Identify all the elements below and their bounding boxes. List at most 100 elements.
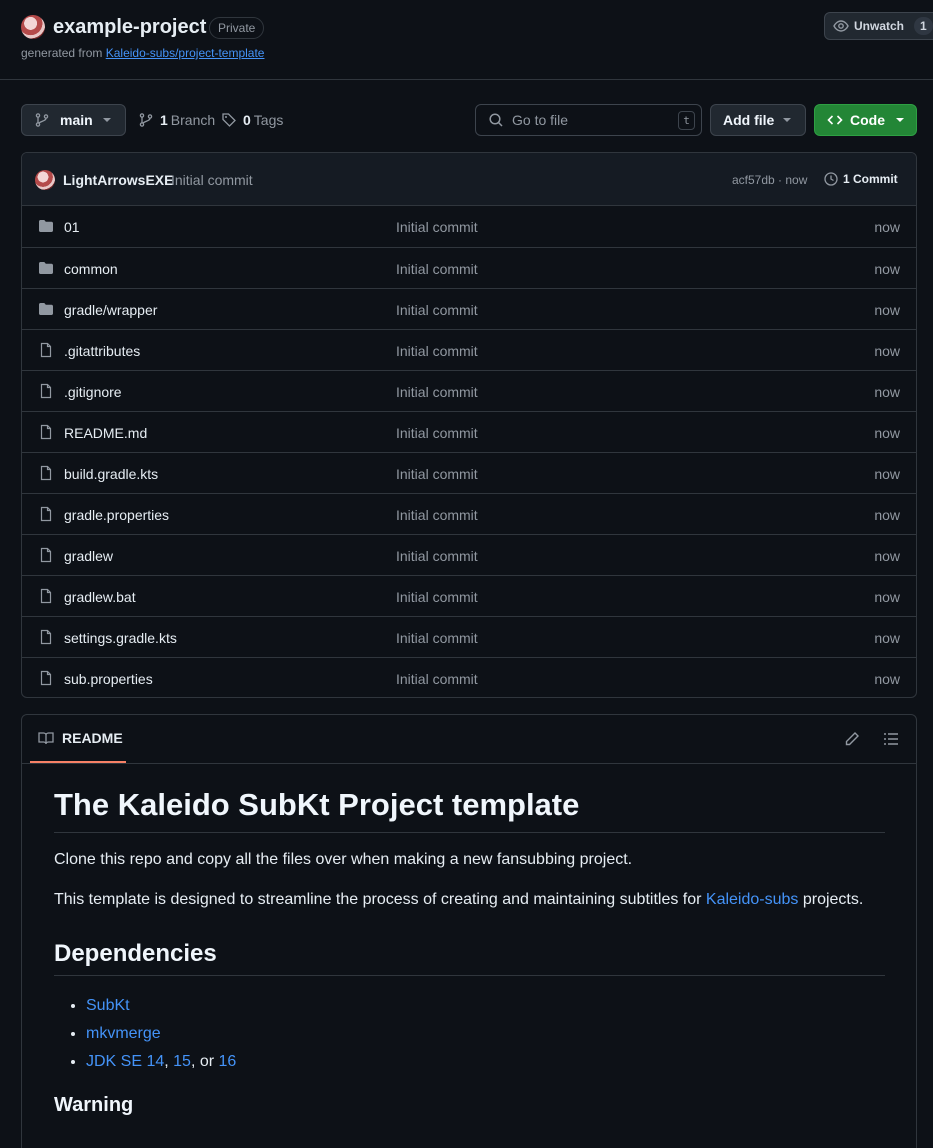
repo-name[interactable]: example-project: [53, 16, 206, 39]
file-row[interactable]: 01 Initial commit now: [22, 206, 916, 247]
file-icon: [38, 424, 54, 443]
file-row[interactable]: sub.properties Initial commit now: [22, 657, 916, 697]
file-icon: [38, 342, 54, 361]
file-row[interactable]: README.md Initial commit now: [22, 411, 916, 452]
file-name[interactable]: README.md: [64, 425, 147, 441]
tag-count: 0: [243, 112, 251, 128]
file-time: now: [874, 261, 900, 277]
file-icon: [38, 506, 54, 525]
file-name[interactable]: .gitattributes: [64, 343, 140, 359]
commit-hash[interactable]: acf57db · now: [732, 173, 807, 187]
commit-author-avatar[interactable]: [35, 170, 55, 190]
file-name[interactable]: .gitignore: [64, 384, 122, 400]
file-time: now: [874, 548, 900, 564]
folder-icon: [38, 260, 54, 279]
list-separator: ,: [164, 1053, 174, 1070]
chevron-down-icon: [783, 118, 791, 122]
add-file-button[interactable]: Add file: [710, 104, 806, 136]
commit-message[interactable]: Initial commit: [171, 172, 253, 188]
list-item: mkvmerge: [86, 1020, 885, 1048]
branch-name: main: [60, 112, 93, 128]
file-commit-message[interactable]: Initial commit: [396, 589, 478, 605]
branch-count-label: Branch: [170, 112, 216, 128]
jdk-16-link[interactable]: 16: [219, 1053, 237, 1070]
tab-readme[interactable]: README: [30, 715, 126, 763]
list-icon[interactable]: [883, 731, 899, 747]
file-name[interactable]: sub.properties: [64, 671, 153, 687]
kaleido-subs-link[interactable]: Kaleido-subs: [706, 891, 799, 908]
code-button[interactable]: Code: [814, 104, 917, 136]
visibility-badge: Private: [209, 17, 265, 39]
file-time: now: [874, 343, 900, 359]
commit-author[interactable]: LightArrowsEXE: [63, 172, 173, 188]
go-to-file-placeholder: Go to file: [512, 112, 569, 128]
file-row[interactable]: common Initial commit now: [22, 247, 916, 288]
go-to-file-input[interactable]: Go to file t: [475, 104, 702, 136]
file-icon: [38, 588, 54, 607]
file-commit-message[interactable]: Initial commit: [396, 384, 478, 400]
tags-link[interactable]: 0 Tags: [221, 112, 283, 128]
file-name[interactable]: gradlew: [64, 548, 113, 564]
branch-icon: [35, 113, 49, 127]
pencil-icon[interactable]: [844, 731, 860, 747]
file-time: now: [874, 630, 900, 646]
file-row[interactable]: .gitignore Initial commit now: [22, 370, 916, 411]
file-name[interactable]: common: [64, 261, 118, 277]
file-commit-message[interactable]: Initial commit: [396, 548, 478, 564]
latest-commit-bar: LightArrowsEXE Initial commit acf57db · …: [22, 153, 916, 206]
file-row[interactable]: .gitattributes Initial commit now: [22, 329, 916, 370]
file-row[interactable]: build.gradle.kts Initial commit now: [22, 452, 916, 493]
file-icon: [38, 465, 54, 484]
readme-tab-label: README: [62, 730, 123, 746]
file-commit-message[interactable]: Initial commit: [396, 671, 478, 687]
file-icon: [38, 629, 54, 648]
file-icon: [38, 670, 54, 689]
subkt-link[interactable]: SubKt: [86, 997, 130, 1014]
repo-owner-avatar[interactable]: [21, 15, 45, 39]
file-row[interactable]: gradle/wrapper Initial commit now: [22, 288, 916, 329]
file-time: now: [874, 302, 900, 318]
file-commit-message[interactable]: Initial commit: [396, 219, 478, 235]
file-commit-message[interactable]: Initial commit: [396, 261, 478, 277]
add-file-label: Add file: [723, 112, 775, 128]
file-commit-message[interactable]: Initial commit: [396, 302, 478, 318]
file-row[interactable]: gradlew Initial commit now: [22, 534, 916, 575]
template-link[interactable]: Kaleido-subs/project-template: [106, 46, 265, 60]
jdk-15-link[interactable]: 15: [173, 1053, 191, 1070]
file-name[interactable]: build.gradle.kts: [64, 466, 158, 482]
branch-count: 1: [160, 112, 168, 128]
readme-panel: README The Kaleido SubKt Project templat…: [21, 714, 917, 1148]
file-row[interactable]: gradle.properties Initial commit now: [22, 493, 916, 534]
branch-icon: [139, 113, 153, 127]
file-name[interactable]: gradle/wrapper: [64, 302, 157, 318]
file-row[interactable]: settings.gradle.kts Initial commit now: [22, 616, 916, 657]
search-icon: [489, 113, 503, 127]
file-name[interactable]: gradlew.bat: [64, 589, 136, 605]
file-time: now: [874, 589, 900, 605]
commits-link[interactable]: 1 Commit: [823, 171, 898, 187]
paragraph-text: projects.: [798, 891, 864, 908]
file-time: now: [874, 384, 900, 400]
file-commit-message[interactable]: Initial commit: [396, 507, 478, 523]
unwatch-label: Unwatch: [854, 19, 905, 33]
file-name[interactable]: 01: [64, 219, 80, 235]
file-list: 01 Initial commit now common Initial commit n…: [22, 206, 916, 697]
file-commit-message[interactable]: Initial commit: [396, 425, 478, 441]
mkvmerge-link[interactable]: mkvmerge: [86, 1025, 161, 1042]
file-commit-message[interactable]: Initial commit: [396, 630, 478, 646]
file-icon: [38, 383, 54, 402]
file-commit-message[interactable]: Initial commit: [396, 466, 478, 482]
file-name[interactable]: settings.gradle.kts: [64, 630, 177, 646]
branches-link[interactable]: 1 Branch: [138, 112, 215, 128]
eye-icon: [833, 20, 849, 32]
readme-title: The Kaleido SubKt Project template: [54, 787, 885, 833]
file-row[interactable]: gradlew.bat Initial commit now: [22, 575, 916, 616]
file-commit-message[interactable]: Initial commit: [396, 343, 478, 359]
branch-selector[interactable]: main: [21, 104, 126, 136]
unwatch-button[interactable]: Unwatch 1: [824, 12, 933, 40]
readme-paragraph: This template is designed to streamline …: [54, 888, 885, 912]
file-name[interactable]: gradle.properties: [64, 507, 169, 523]
generated-prefix: generated from: [21, 46, 106, 60]
generated-from: generated from Kaleido-subs/project-temp…: [21, 46, 264, 60]
jdk-14-link[interactable]: JDK SE 14: [86, 1053, 164, 1070]
